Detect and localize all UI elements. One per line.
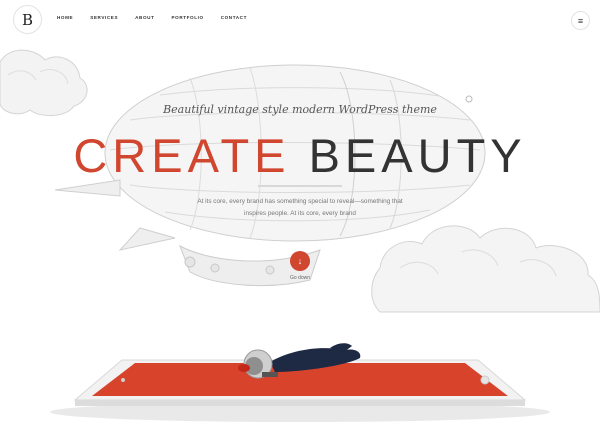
headline-main: BEAUTY: [308, 129, 527, 182]
tablet-edge: [75, 400, 525, 406]
hero-tagline: Beautiful vintage style modern WordPress…: [163, 103, 437, 116]
hero-headline: CREATE BEAUTY: [0, 128, 600, 183]
headline-accent: CREATE: [73, 129, 291, 182]
intro-line-2: inspires people. At its core, every bran…: [244, 210, 356, 217]
tablet-illustration: [50, 343, 550, 422]
tablet-camera: [121, 378, 125, 382]
hero-divider: [258, 185, 342, 187]
hero-intro: At its core, every brand has something s…: [195, 196, 405, 220]
cloud-right: [371, 225, 600, 313]
go-down-label[interactable]: Go down: [270, 275, 330, 281]
intro-line-1: At its core, every brand has something s…: [197, 198, 403, 205]
arrow-down-icon: ↓: [297, 256, 303, 266]
tablet-home-button: [480, 375, 490, 385]
go-down-button[interactable]: ↓: [290, 251, 310, 271]
